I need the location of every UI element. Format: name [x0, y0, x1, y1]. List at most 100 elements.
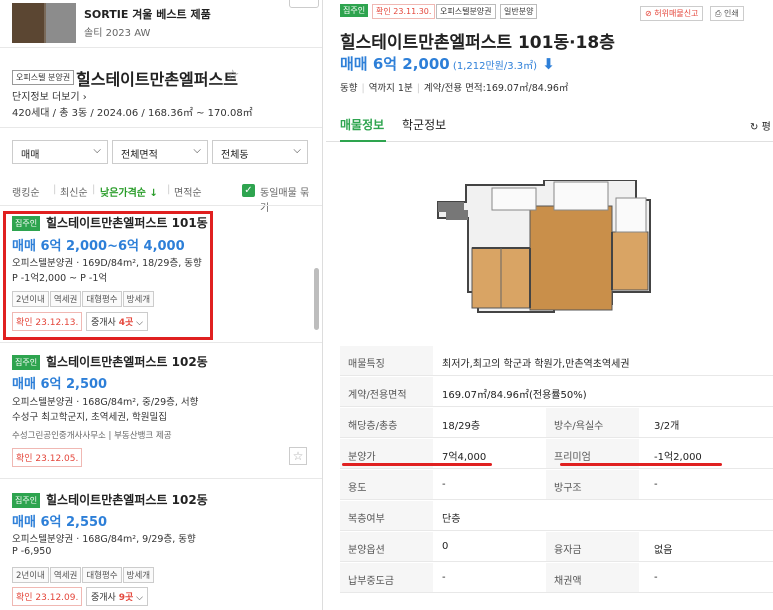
confirm-date: 확인 23.12.09.: [12, 587, 83, 606]
area-value: 전체면적: [121, 150, 158, 161]
area-summary: 계약/전용 면적:169.07㎡/84.96㎡: [423, 83, 569, 94]
ad-close-button[interactable]: [289, 0, 319, 8]
report-label: 허위매물신고: [654, 9, 699, 18]
row-key: 매물특징: [340, 346, 433, 375]
favorite-star-icon[interactable]: ☆: [289, 447, 307, 465]
row-value: 169.07㎡/84.96㎡(전용률50%): [442, 390, 587, 401]
filter-bar: 매매 ⌵ 전체면적 ⌵ 전체동 ⌵: [12, 140, 308, 164]
agent-count-button[interactable]: 중개사 9곳 ⌵: [86, 587, 148, 606]
building-value: 전체동: [221, 150, 249, 161]
refresh-button[interactable]: ↻ 평: [750, 118, 771, 133]
direction: 동향: [340, 83, 358, 94]
tag-chip: 방세개: [122, 567, 155, 583]
chevron-down-icon: ⌵: [93, 145, 101, 156]
alert-icon: ⊘: [645, 9, 652, 18]
sort-lowprice[interactable]: 낮은가격순 ↓: [100, 184, 158, 199]
trade-type-select[interactable]: 매매 ⌵: [12, 140, 108, 164]
confirm-date: 확인 23.11.30.: [372, 4, 436, 19]
sale-kind-tag: 일반분양: [500, 4, 538, 19]
listing-price: 매매 6억 2,550: [12, 515, 108, 530]
listing-tags: 2년이내 역세권 대형평수 방세개: [12, 563, 155, 583]
row-key: 분양옵션: [340, 532, 433, 561]
ad-title: SORTIE 겨울 베스트 제품: [84, 8, 211, 21]
price-value: 매매 6억 2,000: [340, 55, 450, 73]
owner-badge: 집주인: [340, 4, 369, 17]
row-value: 최저가,최고의 학군과 학원가,만촌역초역세권: [442, 359, 630, 370]
detail-panel: 집주인 확인 23.11.30. 오피스텔분양권 일반분양 ⊘ 허위매물신고 ⎙…: [326, 0, 773, 610]
row-key: 방구조: [546, 470, 639, 499]
listing-agency: 수성그린공인중개사사무소 | 부동산뱅크 제공: [12, 431, 172, 441]
highlight-underline: [560, 463, 722, 466]
table-row: 납부중도금 - 채권액 -: [340, 563, 773, 593]
print-button[interactable]: ⎙ 인쇄: [710, 6, 744, 21]
arrow-down-icon: ⬇: [542, 55, 555, 73]
table-row: 분양가 7억4,000 프리미엄 -1억2,000: [340, 439, 773, 469]
detail-tabs: 매물정보 학군정보: [326, 106, 773, 142]
price-per-area: (1,212만원/3.3㎡): [449, 61, 538, 72]
chevron-down-icon: ⌵: [133, 593, 143, 603]
tag-chip: 대형평수: [82, 567, 122, 583]
tag-chip: 역세권: [49, 567, 82, 583]
owner-badge: 집주인: [12, 493, 41, 508]
print-label: 인쇄: [723, 9, 739, 18]
table-row: 해당층/총층 18/29층 방수/욕실수 3/2개: [340, 408, 773, 438]
scrollbar-thumb[interactable]: [314, 268, 319, 330]
row-value: 단층: [442, 514, 461, 525]
row-key: 계약/전용면적: [340, 377, 433, 406]
listing-premium: P -6,950: [12, 546, 52, 557]
complex-name: 힐스테이트만촌엘퍼스트: [76, 70, 238, 89]
table-row: 매물특징 최저가,최고의 학군과 학원가,만촌역초역세권: [340, 346, 773, 376]
refresh-icon: ↻: [750, 122, 759, 133]
ad-subtitle: 솔티 2023 AW: [84, 28, 151, 39]
highlight-underline: [342, 463, 492, 466]
tab-school-info[interactable]: 학군정보: [402, 116, 446, 133]
report-button[interactable]: ⊘ 허위매물신고: [640, 6, 704, 21]
listing-item[interactable]: 집주인 힐스테이트만촌엘퍼스트 102동 매매 6억 2,500 오피스텔분양권…: [0, 343, 322, 476]
row-key: 용도: [340, 470, 433, 499]
table-row: 용도 - 방구조 -: [340, 470, 773, 500]
row-key: 복층여부: [340, 501, 433, 530]
station-distance: 역까지 1분: [368, 83, 413, 94]
checkbox-checked-icon[interactable]: ✓: [242, 184, 255, 197]
row-key: 융자금: [546, 532, 639, 561]
complex-info-link[interactable]: 단지정보 더보기 ›: [12, 88, 87, 103]
tag-chip: 2년이내: [12, 567, 49, 583]
listing-name: 힐스테이트만촌엘퍼스트 102동: [46, 493, 208, 507]
listing-item[interactable]: 집주인 힐스테이트만촌엘퍼스트 102동 매매 6억 2,550 오피스텔분양권…: [0, 479, 322, 610]
listing-detail: 오피스텔분양권 · 168G/84m², 중/29층, 서향: [12, 397, 199, 408]
refresh-label: 평: [761, 122, 771, 133]
favorite-star-icon[interactable]: ☆: [226, 66, 239, 84]
printer-icon: ⎙: [715, 9, 722, 18]
chevron-down-icon: ⌵: [193, 145, 201, 156]
table-row: 계약/전용면적 169.07㎡/84.96㎡(전용률50%): [340, 377, 773, 407]
row-value: -: [442, 479, 446, 490]
confirm-date: 확인 23.12.05.: [12, 448, 83, 467]
detail-meta: 동향 | 역까지 1분 | 계약/전용 면적:169.07㎡/84.96㎡: [340, 83, 569, 94]
sort-newest[interactable]: 최신순: [60, 184, 88, 199]
row-value: -1억2,000: [654, 452, 702, 463]
building-select[interactable]: 전체동 ⌵: [212, 140, 308, 164]
tab-listing-info[interactable]: 매물정보: [340, 116, 384, 133]
sort-area[interactable]: 면적순: [174, 184, 202, 199]
agent-label: 중개사: [91, 593, 119, 603]
app-root: SORTIE 겨울 베스트 제품 솔티 2023 AW 오피스텔 분양권 힐스테…: [0, 0, 773, 610]
owner-badge: 집주인: [12, 355, 41, 370]
trade-type-value: 매매: [21, 150, 40, 161]
sort-ranking[interactable]: 랭킹순: [12, 184, 40, 199]
row-value: 18/29층: [442, 421, 481, 432]
complex-header: 오피스텔 분양권 힐스테이트만촌엘퍼스트 ☆ 단지정보 더보기 › 420세대 …: [0, 60, 322, 126]
row-value: -: [654, 572, 658, 583]
sort-bar: 랭킹순 | 최신순 | 낮은가격순 ↓ | 면적순 ✓ 동일매물 묶기: [12, 184, 312, 214]
row-value: -: [654, 479, 658, 490]
detail-price: 매매 6억 2,000 (1,212만원/3.3㎡) ⬇: [340, 53, 555, 74]
floor-plan-image[interactable]: [436, 180, 668, 320]
listing-detail: 오피스텔분양권 · 168G/84m², 9/29층, 동향: [12, 534, 196, 545]
property-type-tag: 오피스텔분양권: [436, 4, 496, 19]
complex-type-tag: 오피스텔 분양권: [12, 70, 75, 85]
area-select[interactable]: 전체면적 ⌵: [112, 140, 208, 164]
row-value: 7억4,000: [442, 452, 487, 463]
ad-image: [12, 3, 76, 43]
table-row: 분양옵션 0 융자금 없음: [340, 532, 773, 562]
ad-banner[interactable]: SORTIE 겨울 베스트 제품 솔티 2023 AW: [0, 0, 322, 48]
row-value: -: [442, 572, 446, 583]
